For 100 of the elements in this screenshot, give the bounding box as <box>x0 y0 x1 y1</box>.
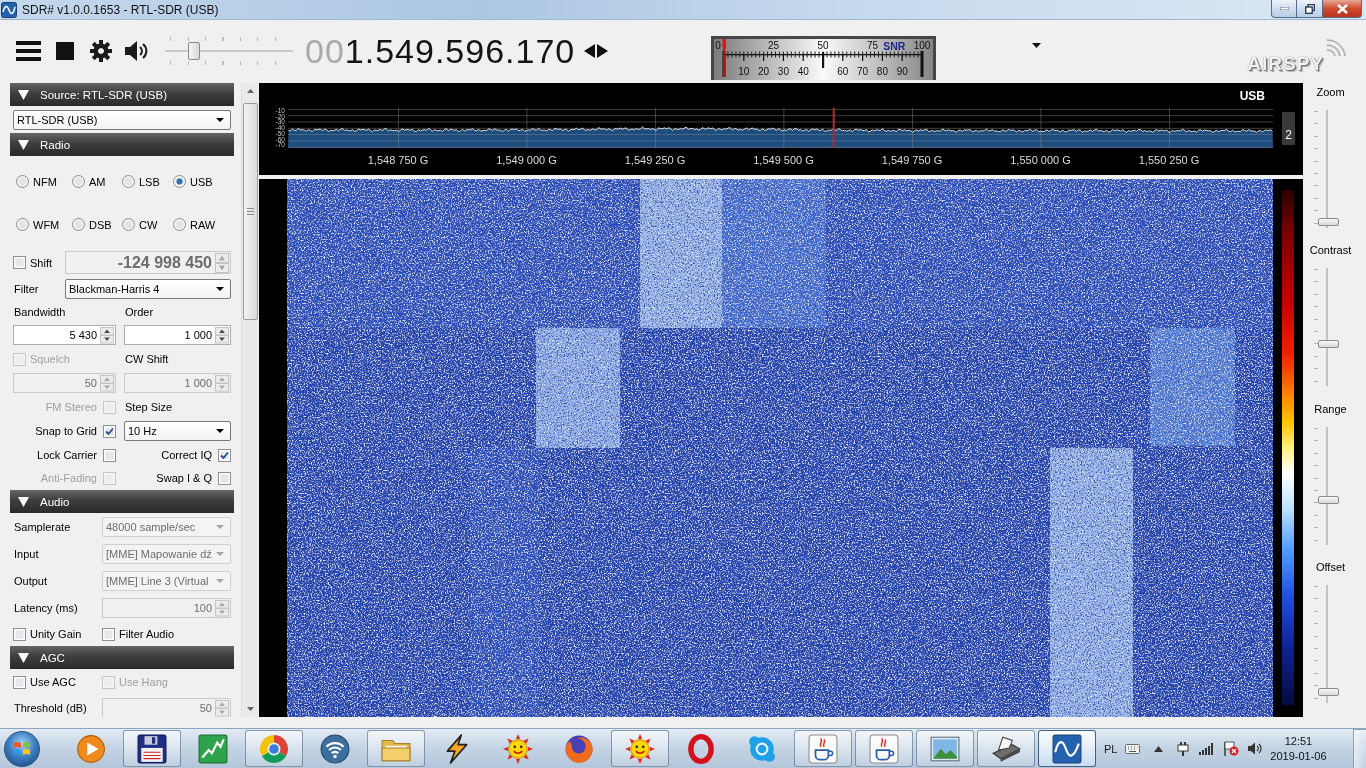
taskbar-button[interactable] <box>1037 730 1096 767</box>
radio-button[interactable] <box>72 175 85 188</box>
checkbox-label: Squelch <box>30 352 70 367</box>
scale-label: 75 <box>866 40 879 51</box>
settings-icon[interactable] <box>90 40 112 62</box>
radio-button[interactable] <box>72 218 85 231</box>
radio-button[interactable] <box>173 175 186 188</box>
taskbar-button[interactable] <box>122 730 181 767</box>
checkbox[interactable] <box>103 424 116 438</box>
show-desktop-button[interactable] <box>1353 728 1366 768</box>
section-header[interactable]: Source: RTL-SDR (USB) <box>10 83 234 106</box>
speaker-icon[interactable] <box>124 40 150 62</box>
checkbox[interactable] <box>13 627 26 641</box>
checkbox-label: FM Stereo <box>45 400 97 415</box>
wave-icon <box>1 2 17 18</box>
scanner-icon <box>990 733 1021 764</box>
number-field[interactable]: 1 000 <box>124 325 231 345</box>
slider-thumb[interactable] <box>1318 688 1339 697</box>
section-header[interactable]: Audio <box>10 490 234 513</box>
checkbox[interactable] <box>103 448 116 462</box>
radio-button[interactable] <box>16 218 29 231</box>
number-field[interactable]: 5 430 <box>13 325 116 345</box>
meter-label: SNR <box>883 39 906 52</box>
radio-button[interactable] <box>122 175 135 188</box>
section-header[interactable]: Radio <box>10 133 234 156</box>
taskbar-button[interactable] <box>854 730 913 767</box>
frequency-label: 1,549 500 G <box>753 153 814 167</box>
frequency-display[interactable]: 1.549.596.170 <box>344 31 576 71</box>
spin-down-icon[interactable] <box>100 335 114 344</box>
dropdown[interactable]: 10 Hz <box>124 421 231 441</box>
slider-label: Range <box>1314 402 1347 417</box>
start-button[interactable] <box>4 730 40 767</box>
right-arrow-icon[interactable] <box>597 44 609 58</box>
spin-down-icon[interactable] <box>215 335 229 344</box>
plug-icon[interactable] <box>1177 741 1190 756</box>
spin-up-icon[interactable] <box>100 326 114 335</box>
dropdown-caret-icon[interactable] <box>1032 43 1041 48</box>
scale-label: 50 <box>817 40 829 51</box>
wifi-icon <box>319 733 350 764</box>
left-arrow-icon[interactable] <box>584 44 596 58</box>
dropdown-caret-icon <box>216 118 224 122</box>
minimize-button[interactable] <box>1271 0 1297 18</box>
slider-thumb[interactable] <box>1318 496 1339 505</box>
scale-label: 30 <box>777 66 789 77</box>
slider-thumb[interactable] <box>1318 218 1339 227</box>
flag-icon <box>13 740 31 757</box>
radio-label: AM <box>89 174 106 190</box>
checkbox[interactable] <box>218 448 231 462</box>
signal-bars-icon[interactable] <box>1199 742 1215 755</box>
slider-label: Zoom <box>1316 85 1345 100</box>
taskbar-button[interactable] <box>976 730 1035 767</box>
frequency-label: 1,549 000 G <box>496 153 557 167</box>
radio-label: DSB <box>89 217 112 233</box>
spin-up-icon[interactable] <box>215 326 229 335</box>
checkbox[interactable] <box>102 627 115 641</box>
scale-label: 40 <box>797 66 809 77</box>
taskbar-button[interactable] <box>793 730 852 767</box>
slider-label: Contrast <box>1309 243 1352 258</box>
scale-label: 100 <box>913 40 931 51</box>
keyboard-icon[interactable] <box>1125 743 1141 754</box>
menu-icon[interactable] <box>16 41 41 61</box>
speaker-icon[interactable] <box>1248 742 1263 755</box>
checkbox-label: Unity Gain <box>30 627 82 642</box>
checkbox[interactable] <box>13 675 26 689</box>
field-label: Latency (ms) <box>13 601 79 616</box>
restore-button[interactable] <box>1297 0 1323 18</box>
dropdown-caret-icon <box>216 579 224 583</box>
play-icon <box>75 733 106 764</box>
slider-thumb[interactable] <box>1318 339 1339 348</box>
radio-button[interactable] <box>173 218 186 231</box>
sun-icon <box>502 733 533 764</box>
radio-label: LSB <box>139 174 160 190</box>
checkbox[interactable] <box>13 256 26 269</box>
minimize-icon <box>1279 7 1289 10</box>
section-header[interactable]: AGC <box>10 646 234 669</box>
field-label: Filter <box>13 282 40 297</box>
frequency-label: 1,548 750 G <box>367 153 429 167</box>
radio-button[interactable] <box>122 218 135 231</box>
checkbox-label: Lock Carrier <box>37 448 97 463</box>
sun-icon <box>624 733 655 764</box>
checkbox-label: Shift <box>30 255 52 271</box>
show-hidden-caret-icon[interactable] <box>1154 745 1164 752</box>
flag-warning-icon[interactable] <box>1223 741 1240 756</box>
close-icon <box>1336 3 1348 14</box>
frequency-label: 1,549 750 G <box>881 153 943 167</box>
dropdown[interactable]: RTL-SDR (USB) <box>13 110 231 130</box>
radio-label: WFM <box>33 217 60 233</box>
signal-arcs-icon <box>1324 38 1346 58</box>
language-indicator[interactable]: PL <box>1104 742 1118 755</box>
scale-label: 0 <box>715 40 721 51</box>
wave-icon <box>1051 733 1082 764</box>
checkbox[interactable] <box>218 471 231 485</box>
dropdown[interactable]: Blackman-Harris 4 <box>65 279 231 299</box>
clock-time[interactable]: 12:51 <box>1284 733 1313 749</box>
scale-label: 70 <box>857 66 869 77</box>
slider-thumb[interactable] <box>188 42 201 60</box>
radio-button[interactable] <box>16 175 29 188</box>
clock-date[interactable]: 2019-01-06 <box>1270 748 1327 764</box>
close-button[interactable] <box>1323 0 1362 18</box>
scrollbar-thumb[interactable] <box>242 103 258 320</box>
